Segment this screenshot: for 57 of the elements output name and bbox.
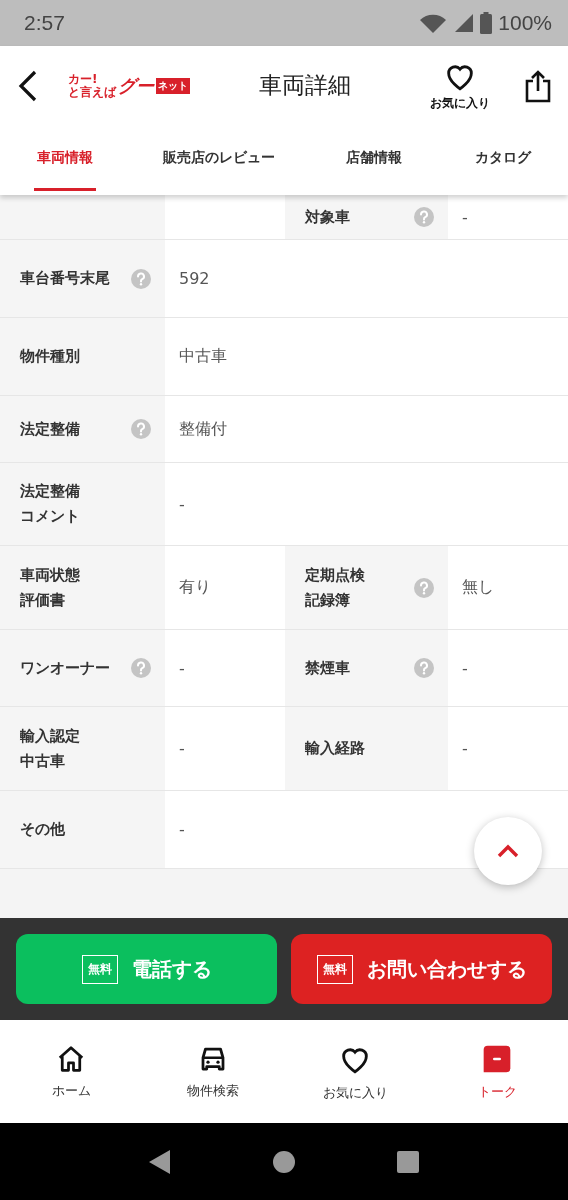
nav-item[interactable]: トーク [426,1020,568,1123]
chevron-up-icon [497,844,519,858]
favorite-button[interactable]: お気に入り [430,59,490,112]
battery-icon [480,12,493,34]
spec-label: 中古車 [20,750,66,772]
help-icon[interactable] [131,419,151,439]
inquiry-button[interactable]: 無料 お問い合わせする [291,934,552,1004]
spec-value: - [179,820,185,839]
spec-value: - [179,658,185,678]
spec-value: 整備付 [179,418,227,440]
spec-value: - [462,739,468,758]
spec-value: 無し [462,577,494,598]
signal-icon [454,13,475,33]
share-button[interactable] [524,68,552,103]
spec-label: 輸入認定 [20,725,80,747]
spec-label: 物件種別 [20,346,80,368]
spec-label: 車台番号末尾 [20,268,110,290]
spec-label: コメント [20,506,80,527]
recents-icon[interactable] [396,1149,420,1174]
battery-level: 100% [498,11,552,35]
home-icon[interactable] [272,1149,296,1174]
tab-underline [33,188,96,191]
back-icon[interactable] [148,1148,172,1175]
help-icon[interactable] [131,268,151,289]
spec-label: 記録簿 [305,589,351,611]
page-title: 車両詳細 [258,71,352,100]
help-icon[interactable] [414,577,434,598]
spec-value: 中古車 [179,346,227,367]
spec-label: 車両状態 [20,564,80,586]
tab[interactable]: 車両情報 [0,125,130,195]
nav-item[interactable]: お気に入り [284,1020,426,1123]
spec-label: ワンオーナー [20,657,110,679]
home-icon [56,1043,86,1074]
spec-label: その他 [20,819,65,841]
spec-value: - [179,739,185,758]
help-icon[interactable] [414,207,434,227]
spec-value: - [462,658,468,678]
spec-label: 対象車 [305,206,350,228]
spec-label: 法定整備 [20,418,80,440]
spec-value: - [179,494,185,514]
spec-label: 禁煙車 [305,657,350,679]
help-icon[interactable] [131,658,151,678]
help-icon[interactable] [414,658,434,678]
nav-item[interactable]: ホーム [0,1020,142,1123]
spec-label: 法定整備 [20,481,80,503]
tab[interactable]: 店舗情報 [309,125,439,195]
nav-item[interactable]: 物件検索 [142,1020,284,1123]
spec-label: 定期点検 [305,564,365,586]
status-time: 2:57 [24,11,65,35]
wifi-icon [418,13,449,33]
spec-label: 輸入経路 [305,738,365,760]
spec-value: 592 [179,269,210,288]
spec-label: 評価書 [20,589,66,611]
spec-value: 有り [179,577,211,598]
tab[interactable]: カタログ [438,125,568,195]
spec-value: - [462,207,468,227]
tab[interactable]: 販売店のレビュー [129,125,310,195]
